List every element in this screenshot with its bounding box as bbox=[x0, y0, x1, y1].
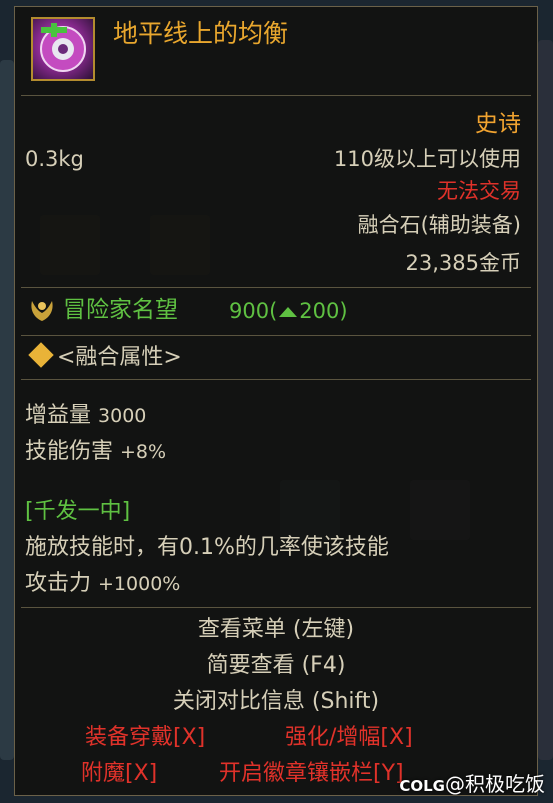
divider bbox=[21, 95, 531, 96]
up-arrow-icon bbox=[279, 307, 298, 317]
skill-attack: 攻击力 +1000% bbox=[25, 573, 180, 595]
diamond-icon bbox=[28, 342, 54, 368]
laurel-icon bbox=[27, 297, 57, 328]
trade-status: 无法交易 bbox=[437, 179, 521, 203]
item-name: 地平线上的均衡 bbox=[113, 19, 289, 48]
fame-increase: 200) bbox=[299, 299, 348, 323]
stat-label: 增益量 bbox=[25, 403, 92, 428]
emblem-action[interactable]: 开启徽章镶嵌栏[Y] bbox=[219, 763, 404, 785]
divider bbox=[21, 335, 531, 336]
watermark: COLG@积极吃饭 bbox=[399, 768, 545, 797]
reinforce-action[interactable]: 强化/增幅[X] bbox=[285, 727, 413, 749]
divider bbox=[21, 607, 531, 608]
fame-label: 冒险家名望 bbox=[63, 297, 178, 323]
item-tooltip: 地平线上的均衡 史诗 0.3kg 110级以上可以使用 无法交易 融合石(辅助装… bbox=[14, 6, 538, 796]
watermark-text: @积极吃饭 bbox=[445, 772, 545, 796]
skill-title: [千发一中] bbox=[25, 499, 131, 524]
skill-description: 施放技能时，有0.1%的几率使该技能 bbox=[25, 535, 389, 560]
stat-value: +8% bbox=[120, 441, 167, 463]
stat-value: 3000 bbox=[98, 405, 147, 427]
divider bbox=[21, 379, 531, 380]
skill-attack-label: 攻击力 bbox=[25, 571, 92, 596]
equip-action[interactable]: 装备穿戴[X] bbox=[85, 727, 205, 749]
watermark-logo: COLG bbox=[399, 777, 445, 795]
item-type: 融合石(辅助装备) bbox=[357, 213, 521, 237]
fame-base: 900( bbox=[229, 299, 278, 323]
item-weight: 0.3kg bbox=[25, 147, 84, 171]
help-close-compare: 关闭对比信息 (Shift) bbox=[172, 689, 380, 714]
help-view-menu: 查看菜单 (左键) bbox=[197, 617, 355, 642]
fusion-stone-icon bbox=[31, 17, 95, 81]
divider bbox=[21, 287, 531, 288]
help-quick-view: 简要查看 (F4) bbox=[206, 653, 346, 678]
fame-value: 900( 200) bbox=[229, 301, 348, 322]
stat-buff-power: 增益量 3000 bbox=[25, 405, 146, 427]
fusion-section-title: <融合属性> bbox=[57, 345, 182, 370]
stat-skill-damage: 技能伤害 +8% bbox=[25, 441, 166, 463]
level-requirement: 110级以上可以使用 bbox=[333, 147, 521, 171]
item-rarity: 史诗 bbox=[475, 111, 521, 137]
enchant-action[interactable]: 附魔[X] bbox=[81, 763, 157, 785]
stat-label: 技能伤害 bbox=[25, 439, 114, 464]
skill-attack-value: +1000% bbox=[98, 573, 181, 595]
item-price: 23,385金币 bbox=[405, 251, 521, 275]
